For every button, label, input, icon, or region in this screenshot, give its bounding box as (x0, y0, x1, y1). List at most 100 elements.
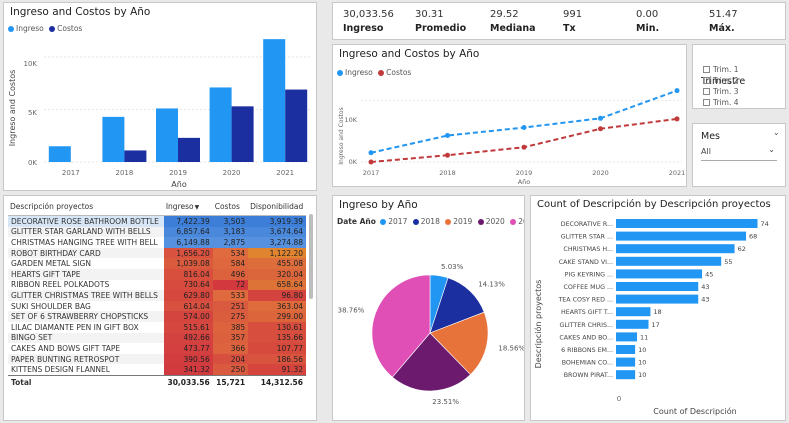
line-point-ingreso (521, 125, 527, 131)
pie-chart-plot: 5.03% 14.13% 18.56% 23.51% 38.76% (338, 263, 524, 406)
bar-chart-xtick: 2017 (62, 169, 80, 177)
cell-costos: 533 (212, 290, 249, 301)
cell-disponibilidad: 186.56 (248, 353, 306, 365)
legend-label-2020: 2020 (485, 217, 505, 226)
checkbox-icon[interactable] (703, 99, 710, 106)
cell-ingreso: 515.61 (163, 321, 213, 333)
hbar-value-label: 10 (638, 346, 646, 354)
cell-costos: 72 (212, 279, 249, 291)
mes-slicer[interactable]: Mes ⌄ All ⌄ (692, 123, 786, 187)
table-row[interactable]: CHRISTMAS HANGING TREE WITH BELL 6,149.88… (8, 237, 306, 248)
line-chart-xtick: 2018 (439, 169, 456, 177)
cell-descripcion: CHRISTMAS HANGING TREE WITH BELL (11, 237, 158, 247)
legend-dot-2018 (412, 219, 419, 225)
table-row[interactable]: HEARTS GIFT TAPE 816.04 496 320.04 (8, 268, 306, 280)
legend-dot-ingreso (8, 26, 14, 32)
bar-chart-panel[interactable]: Ingreso and Costos by Año Ingreso Costos… (3, 2, 317, 191)
hbar-bar (616, 294, 699, 304)
cell-ingreso: 492.66 (163, 332, 213, 344)
hbar-category-label: DECORATIVE R... (561, 221, 613, 228)
bar-ingreso-2020 (209, 87, 232, 162)
bar-ingreso-2021 (263, 39, 286, 162)
pie-label: 38.76% (338, 306, 365, 314)
bar-chart-ylabel: Ingreso and Costos (8, 70, 17, 147)
trimestre-option-1[interactable]: Trim. 1 (703, 65, 739, 74)
cell-descripcion: HEARTS GIFT TAPE (11, 269, 81, 279)
column-header-costos[interactable]: Costos (212, 200, 249, 216)
table-row[interactable]: DECORATIVE ROSE BATHROOM BOTTLE 7,422.39 3… (8, 215, 306, 227)
bar-chart-legend: Ingreso Costos (8, 24, 82, 33)
cell-ingreso: 341.32 (163, 364, 213, 376)
cell-costos: 204 (212, 353, 249, 365)
pie-chart-panel[interactable]: Ingreso by Año Date Año 2017 2018 2019 2… (332, 195, 525, 421)
table-row[interactable]: RIBBON REEL POLKADOTS 730.64 72 658.64 (8, 279, 306, 291)
cell-costos: 357 (212, 332, 249, 344)
trimestre-option-2[interactable]: Trim. 2 (703, 76, 739, 85)
kpi-label: Promedio (415, 23, 467, 34)
cell-costos: 2,875 (212, 237, 249, 248)
cell-costos: 534 (212, 247, 249, 259)
pie-chart-legend: Date Año 2017 2018 2019 2020 2021 (337, 217, 524, 226)
table-row[interactable]: GARDEN METAL SIGN 1,039.08 584 455.08 (8, 258, 306, 269)
table-row[interactable]: LILAC DIAMANTE PEN IN GIFT BOX 515.61 385 1… (8, 321, 306, 333)
trimestre-option-3[interactable]: Trim. 3 (703, 87, 739, 96)
option-label: Trim. 1 (713, 65, 739, 74)
table-row[interactable]: KITTENS DESIGN FLANNEL 341.32 250 91.32 (8, 364, 306, 376)
kpi-label: Ingreso (343, 23, 384, 34)
line-point-ingreso (598, 115, 603, 121)
column-header-disponibilidad[interactable]: Disponibilidad (248, 200, 306, 216)
bar-chart-ytick-0: 0K (28, 159, 37, 167)
hbar-category-label: TEA COSY RED ... (557, 297, 613, 304)
line-chart-panel[interactable]: Ingreso and Costos by Año Ingreso Costos… (332, 44, 687, 187)
hbar-chart-xtick-0: 0 (617, 395, 621, 403)
hbar-category-label: PIG KEYRING ... (565, 271, 613, 278)
kpi-value: 30,033.56 (343, 9, 394, 20)
trimestre-option-4[interactable]: Trim. 4 (703, 98, 739, 107)
hbar-chart-plot: Descripción proyectos Count of Descripci… (533, 219, 769, 416)
line-chart-xtick: 2021 (669, 169, 686, 177)
pie-label: 14.13% (478, 281, 505, 289)
cell-descripcion: ROBOT BIRTHDAY CARD (11, 248, 101, 258)
line-chart-xtick: 2019 (516, 169, 533, 177)
hbar-bar (616, 332, 638, 342)
total-ingreso: 30,033.56 (163, 374, 213, 389)
table-panel[interactable]: Descripción proyectos Ingreso▼ Costos Di… (3, 195, 317, 421)
table-row[interactable]: GLITTER CHRISTMAS TREE WITH BELLS 629.80 5… (8, 290, 306, 301)
table-row[interactable]: ROBOT BIRTHDAY CARD 1,656.20 534 1,122.20 (8, 247, 306, 259)
hbar-value-label: 68 (749, 233, 757, 241)
line-chart-plot: Ingreso and Costos 0K 10K Año 2017 2018 20… (338, 88, 686, 186)
line-chart-title: Ingreso and Costos by Año (339, 48, 480, 60)
table-row[interactable]: CAKES AND BOWS GIFT TAPE 473.77 366 107.77 (8, 343, 306, 354)
hbar-value-label: 11 (640, 333, 648, 341)
bar-chart-xtick: 2019 (169, 169, 187, 177)
kpi-promedio: 30.31 Promedio (415, 9, 479, 34)
bar-ingreso-2019 (156, 108, 178, 162)
hbar-bar (616, 345, 636, 354)
checkbox-icon[interactable] (703, 66, 710, 73)
cell-descripcion: SET OF 6 STRAWBERRY CHOPSTICKS (11, 312, 149, 322)
total-costos: 15,721 (212, 374, 249, 389)
column-header-descripcion[interactable]: Descripción proyectos (8, 200, 164, 216)
mes-slicer-expand-icon[interactable]: ⌄ (773, 128, 780, 137)
table-row[interactable]: SET OF 6 STRAWBERRY CHOPSTICKS 574.00 275 2… (8, 311, 306, 322)
cell-costos: 496 (212, 268, 249, 280)
line-chart-legend: Ingreso Costos (337, 68, 411, 77)
option-label: Trim. 4 (713, 98, 739, 107)
checkbox-icon[interactable] (703, 77, 710, 84)
table-scrollbar[interactable] (309, 214, 313, 299)
line-point-costos (521, 144, 527, 150)
hbar-chart-xlabel: Count of Descripción (653, 406, 736, 416)
mes-dropdown[interactable]: All ⌄ (701, 145, 777, 161)
bar-ingreso-2018 (102, 116, 125, 162)
hbar-chart-panel[interactable]: Count of Descripción by Descripción proy… (530, 195, 786, 421)
column-header-ingreso[interactable]: Ingreso▼ (163, 200, 213, 216)
mes-slicer-title: Mes (701, 131, 720, 142)
table-row[interactable]: BINGO SET 492.66 357 135.66 (8, 332, 306, 344)
table-row[interactable]: PAPER BUNTING RETROSPOT 390.56 204 186.56 (8, 353, 306, 365)
trimestre-slicer[interactable]: Trimestre Trim. 1 Trim. 2 Trim. 3 Trim. … (692, 44, 786, 109)
hbar-value-label: 74 (761, 220, 769, 228)
table-row[interactable]: SUKI SHOULDER BAG 614.04 251 363.04 (8, 300, 306, 312)
checkbox-icon[interactable] (703, 88, 710, 95)
table-row[interactable]: GLITTER STAR GARLAND WITH BELLS 6,857.64 3… (8, 226, 306, 238)
cell-disponibilidad: 320.04 (248, 268, 306, 280)
